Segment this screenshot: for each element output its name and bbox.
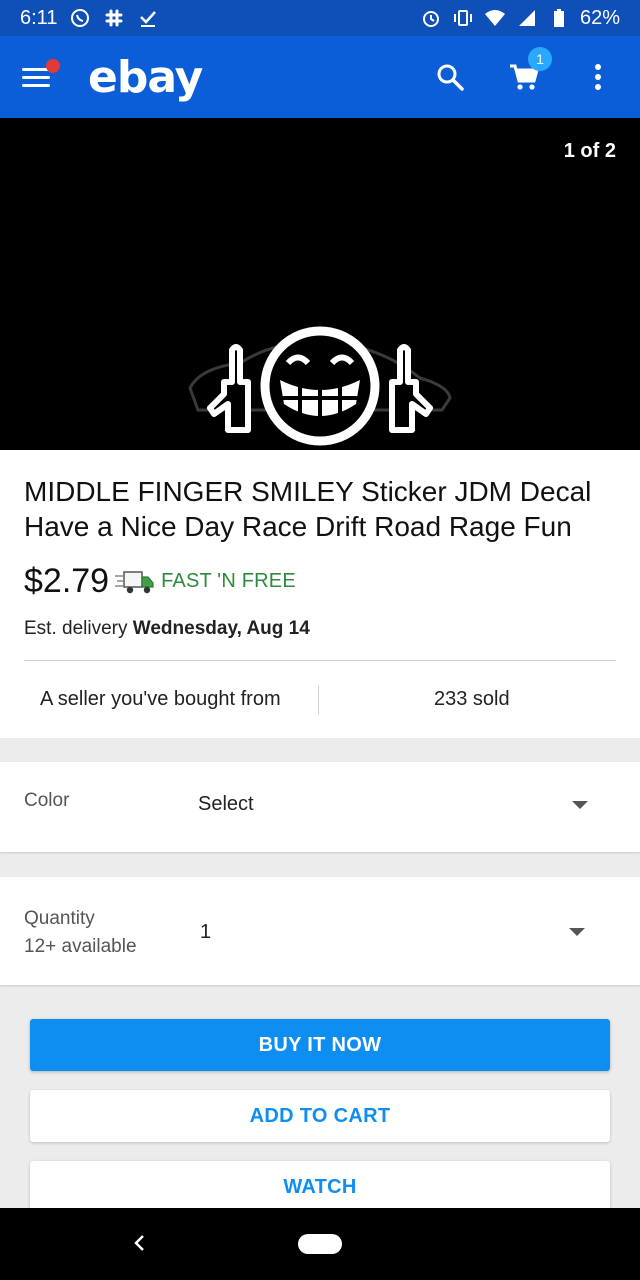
more-options-button[interactable] (578, 57, 618, 97)
status-bar: 6:11 62% (0, 0, 640, 36)
battery-percent: 62% (579, 6, 620, 29)
back-button[interactable] (124, 1228, 154, 1258)
check-icon (137, 7, 159, 29)
delivery-truck-icon (115, 570, 154, 593)
vibrate-icon (452, 7, 474, 29)
notification-dot (46, 59, 60, 73)
more-vert-icon (595, 64, 601, 90)
image-pager: 1 of 2 (563, 140, 616, 162)
quantity-label: Quantity (24, 908, 95, 929)
quantity-available: 12+ available (24, 936, 137, 957)
home-pill-button[interactable] (298, 1234, 342, 1254)
vertical-divider (318, 686, 319, 714)
product-image (188, 326, 452, 446)
chevron-down-icon (569, 928, 585, 936)
add-to-cart-button[interactable]: ADD TO CART (30, 1090, 610, 1142)
divider (24, 660, 616, 661)
search-button[interactable] (430, 57, 470, 97)
menu-button[interactable] (22, 57, 62, 97)
slack-icon (103, 7, 125, 29)
wifi-icon (484, 7, 506, 29)
product-image-gallery[interactable]: 1 of 2 (0, 118, 640, 450)
status-time: 6:11 (20, 6, 58, 29)
app-bar: ebay 1 (0, 36, 640, 118)
color-selector[interactable]: Color Select (0, 762, 640, 852)
ebay-logo[interactable]: ebay (88, 52, 203, 103)
product-info-card: MIDDLE FINGER SMILEY Sticker JDM Decal H… (0, 450, 640, 738)
estimated-delivery: Est. delivery Wednesday, Aug 14 (24, 618, 310, 639)
quantity-selector[interactable]: Quantity 12+ available 1 (0, 877, 640, 985)
cart-button[interactable]: 1 (504, 47, 552, 97)
price-row: $2.79 FAST 'N FREE (24, 562, 296, 601)
whatsapp-icon (69, 7, 91, 29)
battery-icon (548, 7, 570, 29)
color-value: Select (198, 793, 254, 815)
search-icon (437, 64, 464, 91)
buy-it-now-button[interactable]: BUY IT NOW (30, 1019, 610, 1071)
watch-button[interactable]: WATCH (30, 1161, 610, 1213)
quantity-value: 1 (200, 921, 212, 943)
alarm-icon (420, 7, 442, 29)
fast-n-free-label: FAST 'N FREE (161, 570, 296, 592)
chevron-down-icon (572, 801, 588, 809)
seller-note: A seller you've bought from (40, 688, 281, 710)
product-title: MIDDLE FINGER SMILEY Sticker JDM Decal H… (24, 476, 592, 542)
cart-count-badge: 1 (528, 47, 552, 71)
delivery-date: Wednesday, Aug 14 (132, 618, 310, 639)
sold-count: 233 sold (434, 688, 510, 710)
system-navigation-bar (0, 1208, 640, 1280)
product-price: $2.79 (24, 562, 110, 600)
color-label: Color (24, 790, 70, 811)
signal-icon (516, 7, 538, 29)
back-icon (134, 1235, 144, 1251)
